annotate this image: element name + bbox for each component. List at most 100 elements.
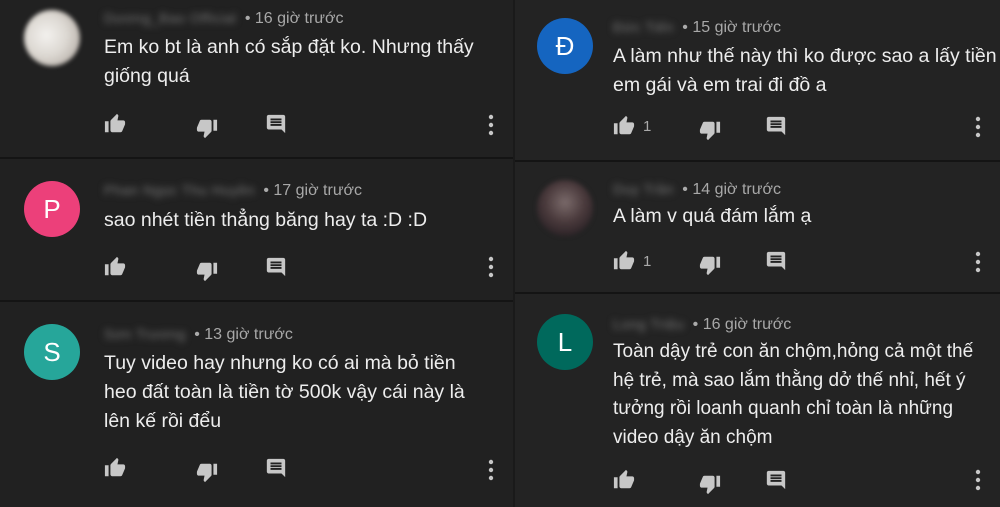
comment-timestamp[interactable]: 16 giờ trước (255, 10, 344, 27)
dislike-button[interactable] (196, 460, 220, 484)
comment-header: Long Triệu • 16 giờ trước (613, 316, 791, 334)
comment-text: A làm v quá đám lắm ạ (613, 205, 812, 227)
thumb-down-icon (196, 463, 218, 483)
more-vertical-icon (488, 256, 494, 278)
more-vertical-icon (488, 114, 494, 136)
comment-item: Đ Đức Tiến • 15 giờ trước A làm như thế … (515, 0, 1000, 160)
comment-header: Sơn Trương • 13 giờ trước (104, 326, 293, 344)
more-vertical-icon (975, 469, 981, 491)
avatar-letter: P (43, 193, 61, 224)
reply-button[interactable] (765, 114, 789, 138)
avatar[interactable]: Đ (537, 18, 593, 74)
reply-button[interactable] (765, 468, 789, 492)
comment-item: S Sơn Trương • 13 giờ trước Tuy video ha… (0, 302, 515, 507)
separator-dot: • (263, 182, 269, 199)
reply-comment-icon (766, 251, 786, 271)
comment-text: Em ko bt là anh có sắp đặt ko. Nhưng thấ… (104, 36, 474, 87)
thumb-down-icon (699, 475, 721, 495)
author-name[interactable]: Sơn Trương (104, 326, 186, 342)
comment-text: A làm như thế này thì ko được sao a lấy … (613, 45, 997, 96)
like-button[interactable] (104, 255, 128, 279)
more-options-button[interactable] (487, 458, 495, 482)
avatar[interactable] (537, 180, 593, 236)
separator-dot: • (194, 326, 200, 343)
comment-actions: 1 (613, 114, 983, 142)
avatar-letter: S (43, 336, 61, 367)
reply-comment-icon (266, 114, 286, 134)
reply-comment-icon (766, 470, 786, 490)
comment-timestamp[interactable]: 16 giờ trước (703, 316, 792, 333)
comment-item: L Long Triệu • 16 giờ trước Toàn dậy trẻ… (515, 294, 1000, 507)
author-name[interactable]: Duy Trần (613, 181, 674, 197)
like-count: 1 (643, 118, 652, 135)
like-button[interactable] (613, 468, 637, 492)
author-name[interactable]: Phan Ngọc Thu Huyền (104, 182, 255, 198)
thumb-up-icon (613, 469, 635, 489)
reply-comment-icon (766, 116, 786, 136)
like-count: 1 (643, 253, 652, 270)
comment-actions (104, 112, 504, 140)
reply-comment-icon (266, 458, 286, 478)
right-comment-column: Đ Đức Tiến • 15 giờ trước A làm như thế … (515, 0, 1000, 507)
author-name[interactable]: Dương_Bao Official (104, 10, 236, 26)
more-options-button[interactable] (974, 250, 982, 274)
comment-timestamp[interactable]: 14 giờ trước (692, 181, 781, 198)
reply-button[interactable] (265, 112, 289, 136)
more-vertical-icon (975, 251, 981, 273)
thumb-down-icon (196, 262, 218, 282)
comment-timestamp[interactable]: 17 giờ trước (273, 182, 362, 199)
comment-actions: 1 (613, 249, 983, 277)
comment-text: Tuy video hay nhưng ko có ai mà bỏ tiền … (104, 352, 465, 432)
comment-header: Phan Ngọc Thu Huyền • 17 giờ trước (104, 182, 362, 200)
more-options-button[interactable] (974, 115, 982, 139)
reply-comment-icon (266, 257, 286, 277)
thumb-up-icon (104, 256, 126, 276)
dislike-button[interactable] (699, 118, 723, 142)
more-vertical-icon (975, 116, 981, 138)
comment-header: Dương_Bao Official • 16 giờ trước (104, 10, 343, 28)
dislike-button[interactable] (699, 472, 723, 496)
avatar-letter: L (557, 326, 573, 357)
comment-actions (104, 255, 504, 283)
reply-button[interactable] (265, 456, 289, 480)
avatar[interactable]: P (24, 181, 80, 237)
like-button[interactable] (613, 114, 637, 138)
separator-dot: • (682, 181, 688, 198)
comment-item: P Phan Ngọc Thu Huyền • 17 giờ trước sao… (0, 159, 515, 300)
avatar[interactable]: L (537, 314, 593, 370)
like-button[interactable] (104, 112, 128, 136)
comment-item: Duy Trần • 14 giờ trước A làm v quá đám … (515, 162, 1000, 292)
thumb-down-icon (699, 256, 721, 276)
thumb-up-icon (613, 115, 635, 135)
comment-timestamp[interactable]: 15 giờ trước (692, 19, 781, 36)
avatar[interactable]: S (24, 324, 80, 380)
comment-header: Đức Tiến • 15 giờ trước (613, 19, 781, 37)
left-comment-column: Dương_Bao Official • 16 giờ trước Em ko … (0, 0, 515, 507)
thumb-down-icon (699, 121, 721, 141)
thumb-up-icon (613, 250, 635, 270)
more-options-button[interactable] (487, 113, 495, 137)
author-name[interactable]: Đức Tiến (613, 19, 674, 35)
comment-actions (613, 468, 983, 496)
separator-dot: • (682, 19, 688, 36)
author-name[interactable]: Long Triệu (613, 316, 684, 332)
reply-button[interactable] (265, 255, 289, 279)
dislike-button[interactable] (699, 253, 723, 277)
separator-dot: • (692, 316, 699, 333)
comment-item: Dương_Bao Official • 16 giờ trước Em ko … (0, 0, 515, 157)
reply-button[interactable] (765, 249, 789, 273)
thumb-down-icon (196, 119, 218, 139)
dislike-button[interactable] (196, 259, 220, 283)
avatar[interactable] (24, 10, 80, 66)
thumb-up-icon (104, 457, 126, 477)
dislike-button[interactable] (196, 116, 220, 140)
comment-timestamp[interactable]: 13 giờ trước (204, 326, 293, 343)
thumb-up-icon (104, 113, 126, 133)
comment-text: sao nhét tiền thẳng băng hay ta :D :D (104, 209, 428, 231)
comment-text: Toàn dậy trẻ con ăn chộm,hỏng cả một thế… (613, 341, 974, 448)
more-options-button[interactable] (487, 255, 495, 279)
more-vertical-icon (488, 459, 494, 481)
like-button[interactable] (104, 456, 128, 480)
more-options-button[interactable] (974, 468, 982, 492)
like-button[interactable] (613, 249, 637, 273)
